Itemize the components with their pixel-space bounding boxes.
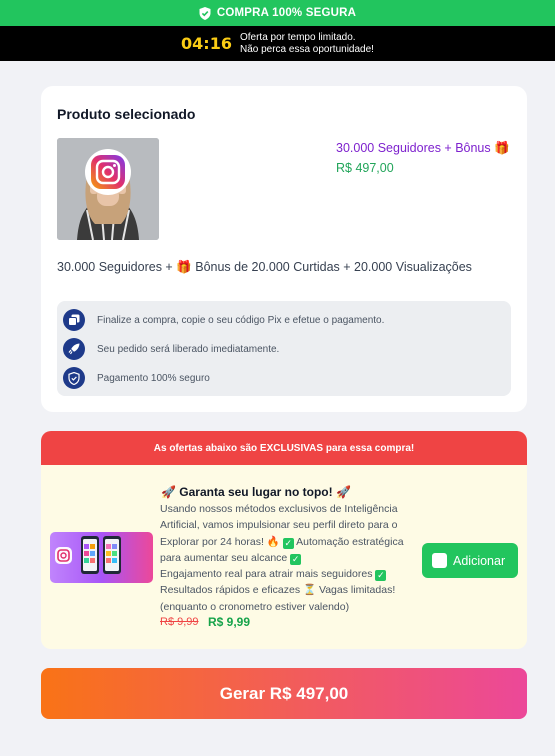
add-offer-label: Adicionar: [453, 553, 506, 568]
offer-header: As ofertas abaixo são EXCLUSIVAS para es…: [41, 431, 527, 465]
info-row-pix: Finalize a compra, copie o seu código Pi…: [63, 309, 384, 331]
banner-text: COMPRA 100% SEGURA: [216, 7, 357, 19]
info-text-pix: Finalize a compra, copie o seu código Pi…: [97, 314, 385, 326]
product-description: 30.000 Seguidores + 🎁 Bônus de 20.000 Cu…: [57, 260, 472, 274]
offer-body-part-4: Resultados rápidos e eficazes ⏳ Vagas li…: [160, 584, 396, 613]
product-image: [57, 138, 159, 240]
offer-body-part-3: Engajamento real para atrair mais seguid…: [160, 568, 376, 581]
offer-image: [50, 532, 153, 583]
offer-old-price: R$ 9,99: [160, 616, 199, 628]
offer-new-price: R$ 9,99: [208, 615, 251, 629]
secure-purchase-banner: COMPRA 100% SEGURA: [0, 0, 555, 26]
shield-icon: [63, 367, 85, 389]
check-icon: ✓: [375, 570, 387, 582]
exclusive-offer-card: As ofertas abaixo são EXCLUSIVAS para es…: [41, 431, 527, 649]
check-icon: ✓: [282, 537, 294, 549]
product-name: 30.000 Seguidores + Bônus 🎁: [336, 141, 510, 155]
countdown-timer: 04:16: [181, 34, 232, 53]
countdown-message: Oferta por tempo limitado. Não perca ess…: [240, 32, 374, 56]
countdown-line-1: Oferta por tempo limitado.: [239, 31, 356, 43]
offer-description: Usando nossos métodos exclusivos de Inte…: [160, 501, 422, 615]
add-offer-button[interactable]: Adicionar: [422, 543, 518, 578]
rocket-icon: [63, 338, 85, 360]
phones-illustration: [55, 536, 121, 574]
checkbox-icon[interactable]: [432, 553, 447, 568]
product-price: R$ 497,00: [336, 161, 394, 175]
info-text-release: Seu pedido será liberado imediatamente.: [97, 343, 280, 355]
instagram-person-illustration: [57, 138, 159, 240]
selected-product-card: Produto selecionado 30.000 Seguidores + …: [41, 86, 527, 412]
check-icon: ✓: [290, 553, 302, 565]
shield-check-icon: [199, 6, 211, 20]
countdown-line-2: Não perca essa oportunidade!: [239, 43, 374, 55]
generate-payment-button[interactable]: Gerar R$ 497,00: [41, 668, 527, 719]
copy-icon: [63, 309, 85, 331]
info-text-secure: Pagamento 100% seguro: [97, 372, 210, 384]
info-row-secure: Pagamento 100% seguro: [63, 367, 210, 389]
info-row-release: Seu pedido será liberado imediatamente.: [63, 338, 279, 360]
offer-title: 🚀 Garanta seu lugar no topo! 🚀: [161, 485, 351, 499]
countdown-bar: 04:16 Oferta por tempo limitado. Não per…: [0, 26, 555, 61]
payment-info-box: Finalize a compra, copie o seu código Pi…: [57, 301, 511, 396]
section-title: Produto selecionado: [57, 106, 196, 122]
